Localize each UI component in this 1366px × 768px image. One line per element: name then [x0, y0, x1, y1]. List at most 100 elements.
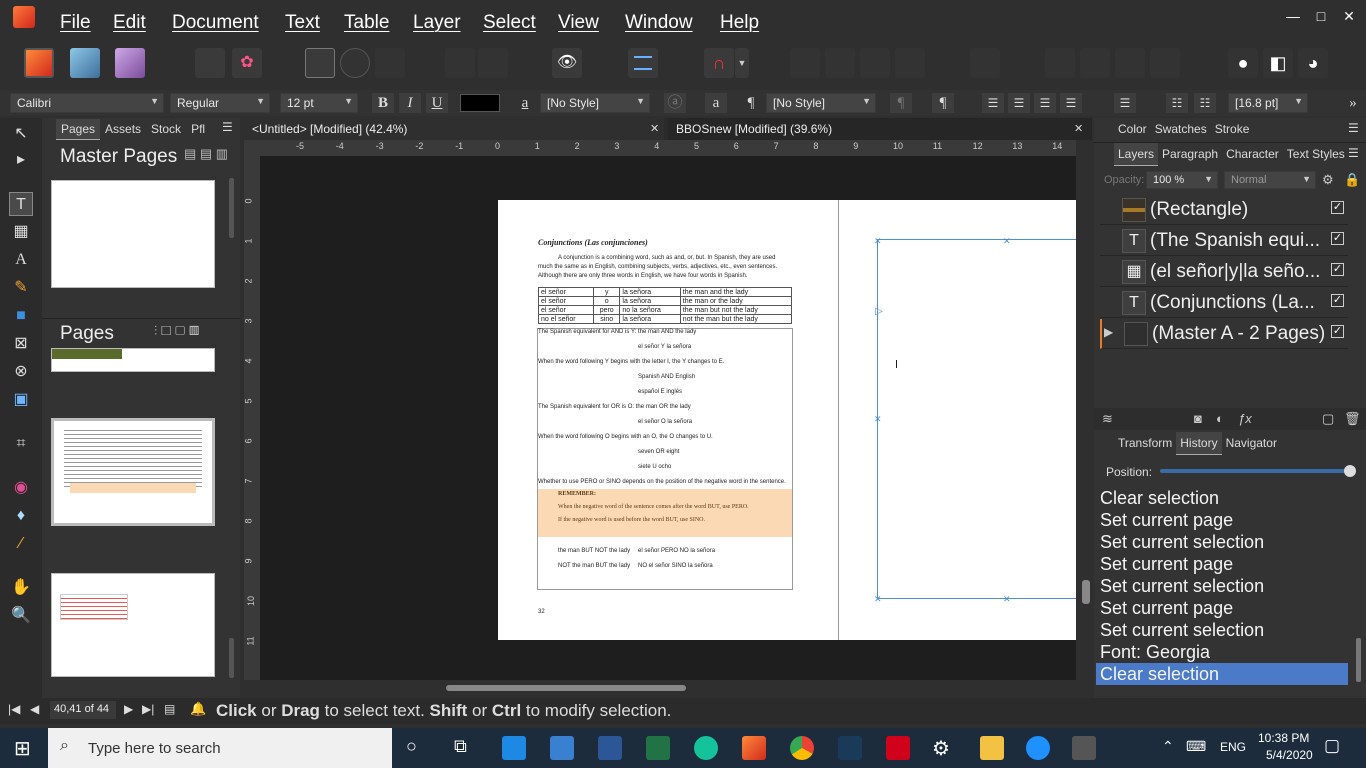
ellipse-frame-tool-icon[interactable]: ⊗: [9, 360, 33, 384]
keyboard-icon[interactable]: ⌨: [1186, 738, 1206, 755]
last-page-icon[interactable]: ▶|: [142, 702, 154, 716]
tray-chevron-up-icon[interactable]: ⌃: [1162, 738, 1174, 755]
trash-icon[interactable]: 🗑: [1344, 411, 1361, 427]
page-thumbnail-prev[interactable]: [51, 348, 215, 372]
point-icon[interactable]: [478, 48, 508, 78]
menu-layer[interactable]: Layer: [413, 12, 461, 34]
frame-text-tool-icon[interactable]: T: [9, 192, 33, 216]
close-icon[interactable]: ✕: [1074, 122, 1083, 135]
pin-icon[interactable]: [445, 48, 475, 78]
alert-bell-icon[interactable]: 🔔: [190, 701, 206, 717]
tab-history[interactable]: History: [1176, 432, 1222, 455]
adjustment-icon[interactable]: ◐: [1216, 411, 1224, 426]
character-style-select[interactable]: [No Style] ▼: [540, 93, 650, 113]
history-item[interactable]: Set current page: [1096, 509, 1348, 531]
tab-stock[interactable]: Stock: [146, 119, 186, 139]
visibility-checkbox[interactable]: ✓: [1331, 232, 1344, 245]
table-tool-icon[interactable]: ▦: [9, 220, 33, 244]
char-style-apply-button[interactable]: a: [705, 93, 727, 113]
crop-tool-icon[interactable]: ⌗: [9, 432, 33, 456]
menu-view[interactable]: View: [558, 12, 599, 34]
mail-icon[interactable]: [550, 736, 574, 760]
pages-scrollbar[interactable]: [229, 638, 234, 678]
leading-select[interactable]: [16.8 pt] ▼: [1228, 93, 1308, 113]
nx-icon[interactable]: [838, 736, 862, 760]
settings-gear-icon[interactable]: ⚙: [932, 736, 950, 761]
boolean-add-icon[interactable]: ●: [1228, 48, 1258, 78]
canvas[interactable]: Conjunctions (Las conjunciones) A conjun…: [260, 156, 1076, 680]
task-view-icon[interactable]: ⧉: [454, 736, 467, 757]
arrange-forward-icon[interactable]: [860, 48, 890, 78]
selection-handle[interactable]: ✕: [1003, 236, 1011, 247]
close-button[interactable]: ✕: [1334, 6, 1364, 26]
bullet-list-icon[interactable]: ☷: [1166, 93, 1188, 113]
snapping-dropdown-chevron-icon[interactable]: ▼: [735, 48, 749, 78]
preflight-icon[interactable]: [195, 48, 225, 78]
font-family-select[interactable]: Calibri ▼: [10, 93, 164, 113]
history-item[interactable]: Font: Georgia: [1096, 641, 1348, 663]
grammarly-icon[interactable]: [694, 736, 718, 760]
opacity-select[interactable]: 100 % ▼: [1146, 171, 1218, 189]
color-picker-tool-icon[interactable]: ◉: [9, 476, 33, 500]
rotate-icon[interactable]: [1080, 48, 1110, 78]
prev-page-icon[interactable]: ◀: [30, 702, 39, 716]
boolean-subtract-icon[interactable]: ◧: [1263, 48, 1293, 78]
align-right-icon[interactable]: ☰: [1034, 93, 1056, 113]
pages-options-icons[interactable]: ⫶ ☐ ▢ ▥: [154, 323, 199, 339]
visibility-checkbox[interactable]: ✓: [1331, 325, 1344, 338]
pen-tool-icon[interactable]: ✎: [9, 276, 33, 300]
text-color-swatch[interactable]: [460, 94, 500, 112]
horizontal-scrollbar[interactable]: [244, 682, 1076, 694]
master-options-icons[interactable]: ▤ ▤ ▥: [184, 146, 228, 162]
master-scrollbar[interactable]: [229, 178, 234, 238]
numbered-list-icon[interactable]: ☷: [1194, 93, 1216, 113]
photo-persona-icon[interactable]: [115, 48, 145, 78]
selected-text-frame[interactable]: [877, 239, 1076, 599]
quicken-icon[interactable]: [886, 736, 910, 760]
arrange-backward-icon[interactable]: [825, 48, 855, 78]
tab-navigator[interactable]: Navigator: [1222, 432, 1281, 454]
arrange-back-icon[interactable]: [790, 48, 820, 78]
layer-settings-gear-icon[interactable]: ⚙: [1322, 172, 1334, 188]
expand-arrow-icon[interactable]: ▶: [1104, 325, 1113, 339]
eyedropper-tool-icon[interactable]: ⁄: [9, 532, 33, 556]
windows-start-icon[interactable]: ⊞: [14, 736, 31, 761]
layer-stack-icon[interactable]: ≋: [1102, 411, 1113, 427]
page-thumbnail-current[interactable]: [51, 418, 215, 526]
selection-handle[interactable]: ✕: [874, 414, 882, 425]
tab-text-styles[interactable]: Text Styles: [1283, 143, 1349, 165]
panel-menu-icon[interactable]: ☰: [1348, 146, 1359, 160]
menu-table[interactable]: Table: [344, 12, 389, 34]
tab-pages[interactable]: Pages: [56, 119, 101, 140]
font-size-select[interactable]: 12 pt ▼: [280, 93, 358, 113]
hand-tool-icon[interactable]: ✋: [9, 576, 33, 600]
history-item[interactable]: Set current page: [1096, 597, 1348, 619]
visibility-checkbox[interactable]: ✓: [1331, 263, 1344, 276]
next-page-icon[interactable]: ▶: [124, 702, 133, 716]
add-layer-icon[interactable]: ▢: [1322, 411, 1334, 427]
rotate-ccw-icon[interactable]: [1150, 48, 1180, 78]
tab-character[interactable]: Character: [1222, 143, 1283, 165]
align-left-icon[interactable]: ☰: [982, 93, 1004, 113]
file-explorer-icon[interactable]: [980, 736, 1004, 760]
notifications-icon[interactable]: ▢: [1324, 736, 1340, 756]
zoom-tool-icon[interactable]: 🔍: [9, 604, 33, 628]
menu-window[interactable]: Window: [625, 12, 693, 34]
bold-button[interactable]: B: [372, 93, 394, 113]
excel-icon[interactable]: [646, 736, 670, 760]
menu-document[interactable]: Document: [172, 12, 259, 34]
boolean-intersect-icon[interactable]: ◕: [1298, 48, 1328, 78]
menu-select[interactable]: Select: [483, 12, 536, 34]
first-page-icon[interactable]: |◀: [8, 702, 20, 716]
text-frame-icon[interactable]: [628, 48, 658, 78]
layer-row[interactable]: T (The Spanish equi... ✓: [1100, 226, 1348, 256]
para-style-apply-button[interactable]: ¶: [932, 93, 954, 113]
blend-mode-select[interactable]: Normal ▼: [1224, 171, 1316, 189]
internet-explorer-icon[interactable]: [1026, 736, 1050, 760]
rotate-cw-icon[interactable]: [1115, 48, 1145, 78]
minimize-button[interactable]: —: [1278, 6, 1308, 26]
visibility-checkbox[interactable]: ✓: [1331, 294, 1344, 307]
align-icon[interactable]: [970, 48, 1000, 78]
visibility-checkbox[interactable]: ✓: [1331, 201, 1344, 214]
history-item-selected[interactable]: Clear selection: [1096, 663, 1348, 685]
